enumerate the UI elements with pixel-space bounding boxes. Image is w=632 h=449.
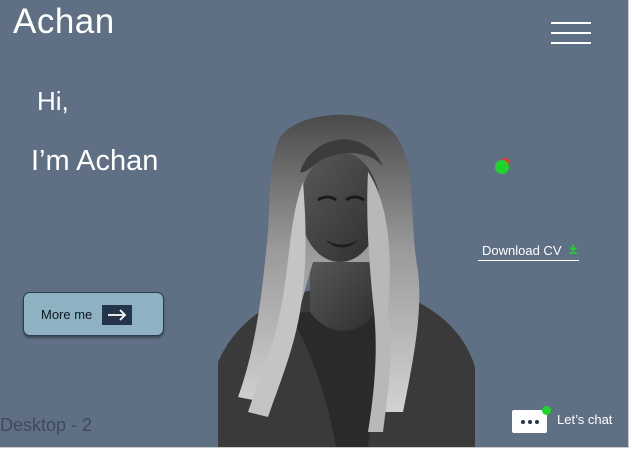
- more-me-label: More me: [41, 307, 93, 322]
- name-heading: I’m Achan: [31, 145, 159, 177]
- chat-dot: [535, 420, 539, 424]
- frame-label: Desktop - 2: [0, 415, 93, 435]
- greeting-text: Hi,: [37, 86, 69, 116]
- menu-line: [551, 22, 591, 24]
- chat-dot: [521, 420, 525, 424]
- online-status-icon: [495, 158, 511, 174]
- download-cv-link[interactable]: Download CV: [478, 242, 579, 261]
- more-me-button[interactable]: More me: [23, 292, 164, 336]
- menu-line: [551, 32, 591, 34]
- chat-dots-icon[interactable]: [512, 410, 547, 433]
- desktop-frame: Achan Hi, I’m Achan Download CV More me: [0, 0, 629, 448]
- download-icon: [569, 244, 577, 254]
- logo[interactable]: Achan: [13, 2, 115, 42]
- download-cv-label: Download CV: [482, 243, 562, 258]
- chat-dot: [528, 420, 532, 424]
- arrow-right-icon: [102, 305, 132, 325]
- portrait-photo: [218, 114, 475, 447]
- lets-chat-link[interactable]: Let’s chat: [557, 412, 612, 427]
- status-dot-green: [495, 160, 509, 174]
- chat-online-indicator: [542, 406, 551, 415]
- hamburger-menu-icon[interactable]: [551, 20, 591, 48]
- menu-line: [551, 42, 591, 44]
